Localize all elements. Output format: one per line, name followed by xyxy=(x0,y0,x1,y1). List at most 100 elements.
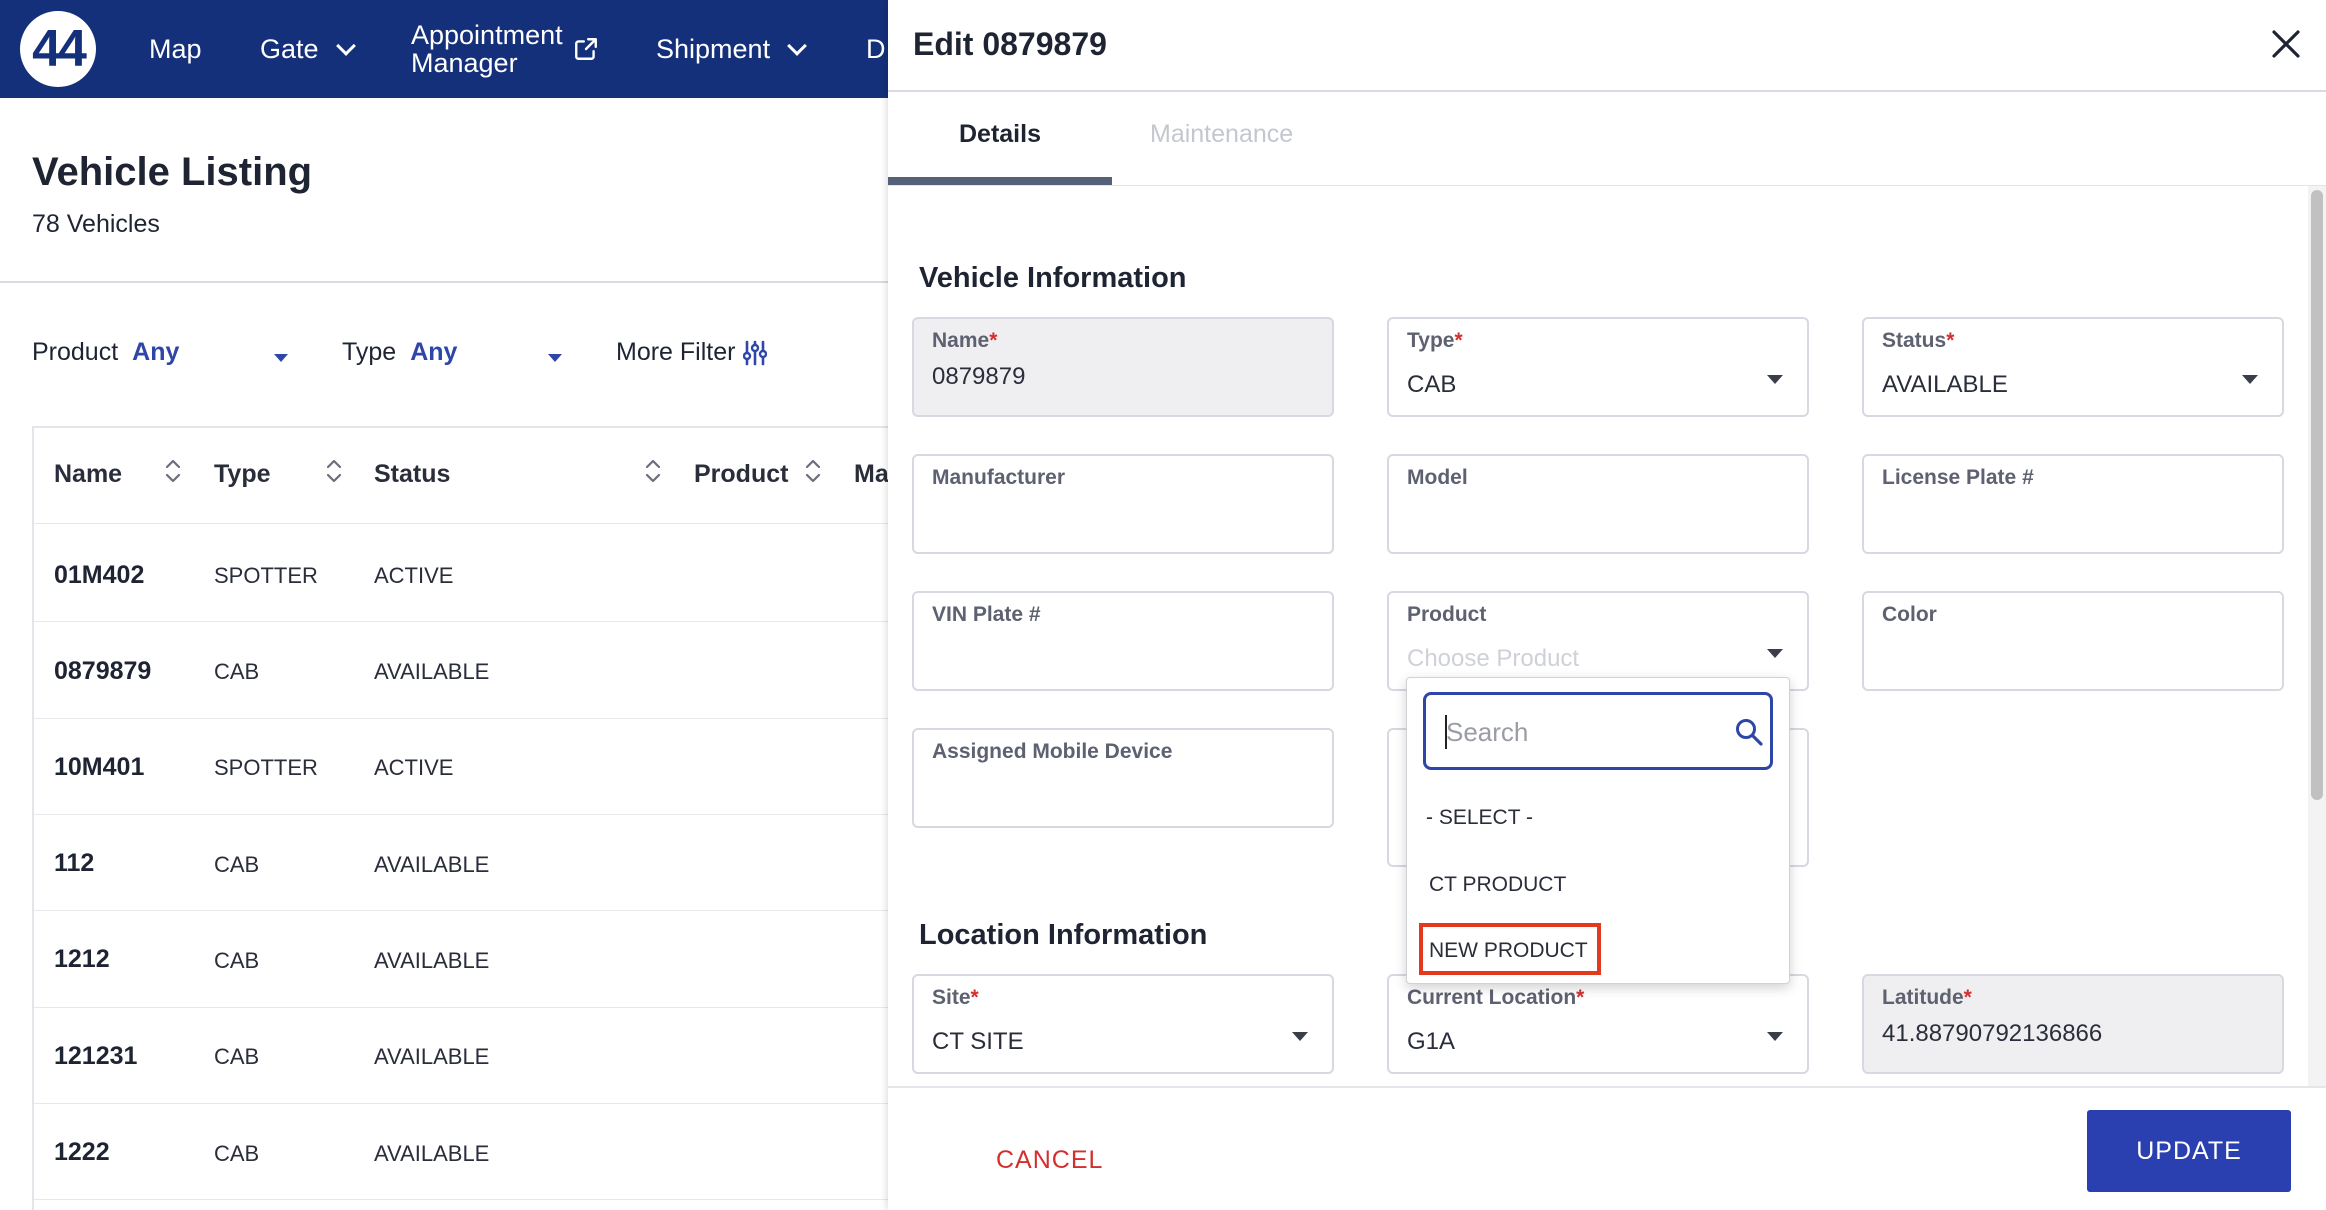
column-header-status[interactable]: Status xyxy=(374,460,450,489)
field-label: Name* xyxy=(932,329,997,353)
type-filter[interactable]: Type Any xyxy=(342,338,457,367)
label-text: Current Location xyxy=(1407,986,1577,1009)
dropdown-option[interactable]: NEW PRODUCT xyxy=(1429,939,1588,963)
vin-plate-field[interactable]: VIN Plate # xyxy=(912,591,1334,691)
edit-vehicle-modal: Edit 0879879 Details Maintenance Vehicle… xyxy=(888,0,2326,1210)
license-plate-field[interactable]: License Plate # xyxy=(1862,454,2284,554)
site-select[interactable]: Site* CT SITE xyxy=(912,974,1334,1074)
cell-type: CAB xyxy=(214,659,260,684)
tab-maintenance[interactable]: Maintenance xyxy=(1150,120,1293,149)
cell-name[interactable]: 0879879 xyxy=(54,657,151,686)
more-filter-button[interactable]: More Filter xyxy=(616,338,768,367)
nav-item-shipment[interactable]: Shipment xyxy=(656,0,807,98)
field-value: CT SITE xyxy=(932,1028,1024,1055)
row-divider xyxy=(34,1103,894,1104)
tab-details[interactable]: Details xyxy=(888,120,1112,149)
required-mark: * xyxy=(1946,329,1955,352)
sort-icon[interactable] xyxy=(804,456,822,486)
nav-item-appointment-manager[interactable]: Appointment Manager xyxy=(411,0,599,98)
nav-item-label: Gate xyxy=(260,33,319,64)
chevron-down-icon xyxy=(335,36,356,56)
cell-type: SPOTTER xyxy=(214,755,318,780)
cell-type: CAB xyxy=(214,948,260,973)
color-field[interactable]: Color xyxy=(1862,591,2284,691)
nav-label-line1: Appointment xyxy=(411,20,563,50)
cell-status: AVAILABLE xyxy=(374,1044,490,1069)
row-divider xyxy=(34,523,894,524)
required-mark: * xyxy=(1454,329,1463,352)
close-icon[interactable] xyxy=(2268,26,2304,62)
type-select[interactable]: Type* CAB xyxy=(1387,317,1809,417)
field-label: Model xyxy=(1407,466,1468,489)
current-location-select[interactable]: Current Location* G1A xyxy=(1387,974,1809,1074)
cell-type: CAB xyxy=(214,852,260,877)
app-logo[interactable]: 44 xyxy=(20,11,96,87)
search-placeholder: Search xyxy=(1446,717,1529,747)
cell-name[interactable]: 112 xyxy=(54,849,94,878)
cell-name[interactable]: 01M402 xyxy=(54,561,144,590)
section-vehicle-information: Vehicle Information xyxy=(919,262,1187,294)
product-filter[interactable]: Product Any xyxy=(32,338,179,367)
filter-label: Type xyxy=(342,338,397,366)
filter-value: Any xyxy=(132,338,180,366)
modal-title: Edit 0879879 xyxy=(913,26,1107,62)
nav-item-map[interactable]: Map xyxy=(149,0,202,98)
cell-type: SPOTTER xyxy=(214,563,318,588)
external-link-icon xyxy=(574,38,597,60)
model-field[interactable]: Model xyxy=(1387,454,1809,554)
field-label: VIN Plate # xyxy=(932,603,1041,626)
nav-item-label: Appointment Manager xyxy=(411,21,563,77)
required-mark: * xyxy=(1576,986,1585,1009)
scrollbar-thumb[interactable] xyxy=(2311,190,2323,800)
caret-down-icon[interactable] xyxy=(548,354,562,362)
cell-name[interactable]: 1222 xyxy=(54,1138,110,1167)
nav-item-gate[interactable]: Gate xyxy=(260,0,356,98)
name-field: Name* 0879879 xyxy=(912,317,1334,417)
field-label: Product xyxy=(1407,603,1487,626)
search-icon[interactable] xyxy=(1734,717,1764,747)
row-divider xyxy=(34,1007,894,1008)
update-button[interactable]: UPDATE xyxy=(2087,1110,2291,1192)
dropdown-option[interactable]: CT PRODUCT xyxy=(1429,873,1566,897)
row-divider xyxy=(34,718,894,719)
column-header-product[interactable]: Product xyxy=(694,460,788,489)
product-select[interactable]: Product Choose Product xyxy=(1387,591,1809,691)
column-header-name[interactable]: Name xyxy=(54,460,122,489)
manufacturer-field[interactable]: Manufacturer xyxy=(912,454,1334,554)
cell-name[interactable]: 121231 xyxy=(54,1042,137,1071)
cell-status: AVAILABLE xyxy=(374,1141,490,1166)
product-dropdown: Search - SELECT - CT PRODUCT NEW PRODUCT xyxy=(1406,677,1790,984)
field-label: Manufacturer xyxy=(932,466,1066,489)
field-label: Current Location* xyxy=(1407,986,1584,1010)
column-header-truncated[interactable]: Ma xyxy=(854,460,889,489)
field-label: License Plate # xyxy=(1882,466,2034,489)
dropdown-search-input[interactable]: Search xyxy=(1423,692,1773,770)
latitude-field: Latitude* 41.88790792136866 xyxy=(1862,974,2284,1074)
row-divider xyxy=(34,621,894,622)
assigned-mobile-device-field[interactable]: Assigned Mobile Device xyxy=(912,728,1334,828)
cell-status: ACTIVE xyxy=(374,755,454,780)
column-header-type[interactable]: Type xyxy=(214,460,271,489)
cancel-button[interactable]: CANCEL xyxy=(996,1146,1103,1175)
active-tab-indicator xyxy=(888,177,1112,185)
dropdown-option[interactable]: - SELECT - xyxy=(1426,806,1533,830)
cell-name[interactable]: 10M401 xyxy=(54,753,144,782)
nav-item-truncated[interactable]: D xyxy=(866,0,886,98)
field-value: 41.88790792136866 xyxy=(1882,1020,2103,1047)
top-navigation: 44 Map Gate Appointment Manager Shipment… xyxy=(0,0,888,98)
filter-label: More Filter xyxy=(616,338,736,366)
field-label: Type* xyxy=(1407,329,1463,353)
cell-type: CAB xyxy=(214,1141,260,1166)
caret-down-icon[interactable] xyxy=(274,354,288,362)
nav-label-line2: Manager xyxy=(411,48,518,78)
vehicle-count: 78 Vehicles xyxy=(32,210,160,238)
filter-value: Any xyxy=(410,338,458,366)
cell-name[interactable]: 1212 xyxy=(54,945,110,974)
sort-icon[interactable] xyxy=(164,456,182,486)
required-mark: * xyxy=(989,329,998,352)
status-select[interactable]: Status* AVAILABLE xyxy=(1862,317,2284,417)
sort-icon[interactable] xyxy=(325,456,343,486)
field-label: Assigned Mobile Device xyxy=(932,740,1173,763)
sort-icon[interactable] xyxy=(644,456,662,486)
field-value: 0879879 xyxy=(932,363,1026,390)
